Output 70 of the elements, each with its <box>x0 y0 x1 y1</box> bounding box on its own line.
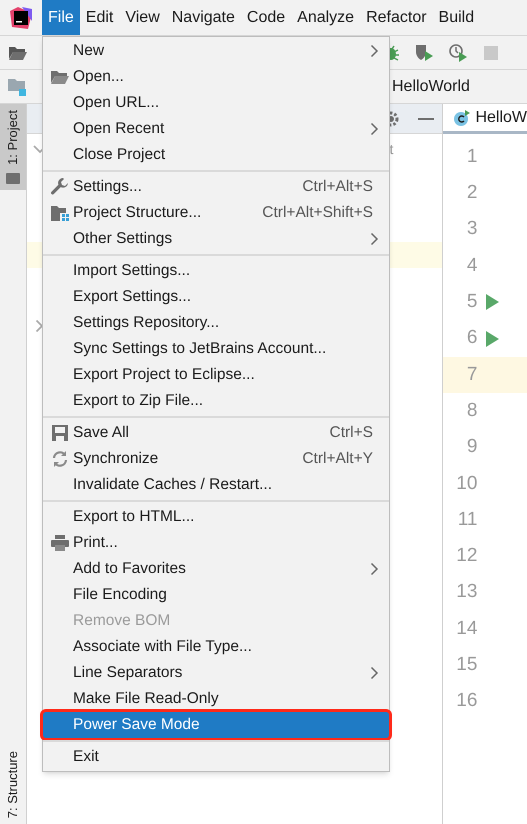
menu-bar-item[interactable]: Edit <box>80 0 120 35</box>
gutter-line: 16 <box>455 689 478 714</box>
sync-icon <box>50 450 68 468</box>
gutter-line: 9 <box>466 435 478 460</box>
menu-item[interactable]: Import Settings... <box>43 258 389 284</box>
collapse-chevron-icon[interactable] <box>34 319 44 333</box>
shortcut-text: Ctrl+Alt+Shift+S <box>262 203 374 224</box>
menu-item[interactable]: Synchronize Ctrl+Alt+Y <box>43 446 389 472</box>
shortcut-text: Ctrl+Alt+S <box>302 177 374 198</box>
menu-item[interactable]: Export Project to Eclipse... <box>43 362 389 388</box>
run-arrow-icon[interactable] <box>486 330 500 347</box>
minimize-icon[interactable] <box>418 118 434 120</box>
menu-item[interactable]: Exit <box>43 744 389 770</box>
menu-item[interactable]: Add to Favorites <box>43 556 389 582</box>
menu-bar-item[interactable]: Code <box>240 0 292 35</box>
gutter-line: 1 <box>466 144 478 169</box>
wrench-icon <box>50 177 70 197</box>
folder-grid-icon <box>50 204 70 222</box>
menu-item[interactable]: Settings Repository... <box>43 310 389 336</box>
menu-item[interactable]: Project Structure... Ctrl+Alt+Shift+S <box>43 200 389 226</box>
menu-item[interactable]: Power Save Mode <box>43 712 389 738</box>
menu-item[interactable]: Line Separators <box>43 660 389 686</box>
printer-icon <box>50 534 70 552</box>
menu-item[interactable]: New <box>43 38 389 64</box>
editor-tab[interactable]: HelloW <box>443 104 527 131</box>
tool-window-tab[interactable]: 1: Project <box>0 104 26 190</box>
menu-item[interactable]: Make File Read-Only <box>43 686 389 712</box>
menu-item[interactable]: Open Recent <box>43 116 389 142</box>
gutter-line: 12 <box>455 544 478 568</box>
gutter-line: 11 <box>456 508 478 532</box>
menu-bar-item[interactable]: Navigate <box>166 0 241 35</box>
shortcut-text: Ctrl+S <box>330 423 374 444</box>
menu-item[interactable]: Open... <box>43 64 389 90</box>
shield-run-icon[interactable] <box>414 42 434 62</box>
menu-bar-item[interactable]: Analyze <box>291 0 360 35</box>
gutter-line: 14 <box>455 616 478 641</box>
menu-item[interactable]: Invalidate Caches / Restart... <box>43 472 389 498</box>
menu-item[interactable]: Save All Ctrl+S <box>43 420 389 446</box>
menu-item[interactable]: Settings... Ctrl+Alt+S <box>43 174 389 200</box>
menu-item[interactable]: Open URL... <box>43 90 389 116</box>
run-arrow-icon[interactable] <box>486 294 500 310</box>
gutter-line: 2 <box>466 181 478 206</box>
gutter-line: 10 <box>455 472 478 496</box>
menu-item[interactable]: Export to Zip File... <box>43 388 389 414</box>
gutter-line: 5 <box>443 284 527 320</box>
gutter-line: 8 <box>466 398 478 423</box>
gutter-line: 13 <box>455 580 478 604</box>
menu-bar-item[interactable]: View <box>119 0 166 35</box>
menu-item[interactable]: File Encoding <box>43 582 389 608</box>
class-file-icon <box>453 108 472 126</box>
gutter-line: 6 <box>443 320 527 357</box>
menu-item[interactable]: Other Settings <box>43 226 389 252</box>
tree-item-text: t <box>390 140 394 158</box>
shortcut-text: Ctrl+Alt+Y <box>302 449 374 470</box>
tool-window-tab[interactable]: 7: Structure <box>0 744 26 824</box>
menu-bar-item[interactable]: Build <box>432 0 480 35</box>
menu-item[interactable]: Export Settings... <box>43 284 389 310</box>
breadcrumb-text[interactable]: HelloWorld <box>392 74 527 98</box>
gutter-line: 15 <box>455 653 478 678</box>
menu-item[interactable]: Close Project <box>43 142 389 168</box>
project-folder-icon <box>7 78 29 96</box>
menu-bar-item[interactable]: Refactor <box>360 0 433 35</box>
gutter-line: 3 <box>466 217 478 242</box>
menu-item[interactable]: Print... <box>43 530 389 556</box>
menu-item[interactable]: Sync Settings to JetBrains Account... <box>43 336 389 362</box>
menu-item[interactable]: Associate with File Type... <box>43 634 389 660</box>
menu-bar-item[interactable]: File <box>42 0 80 35</box>
menu-item[interactable]: Export to HTML... <box>43 504 389 530</box>
app-logo-icon <box>10 6 32 28</box>
gutter-line: 4 <box>466 254 478 278</box>
